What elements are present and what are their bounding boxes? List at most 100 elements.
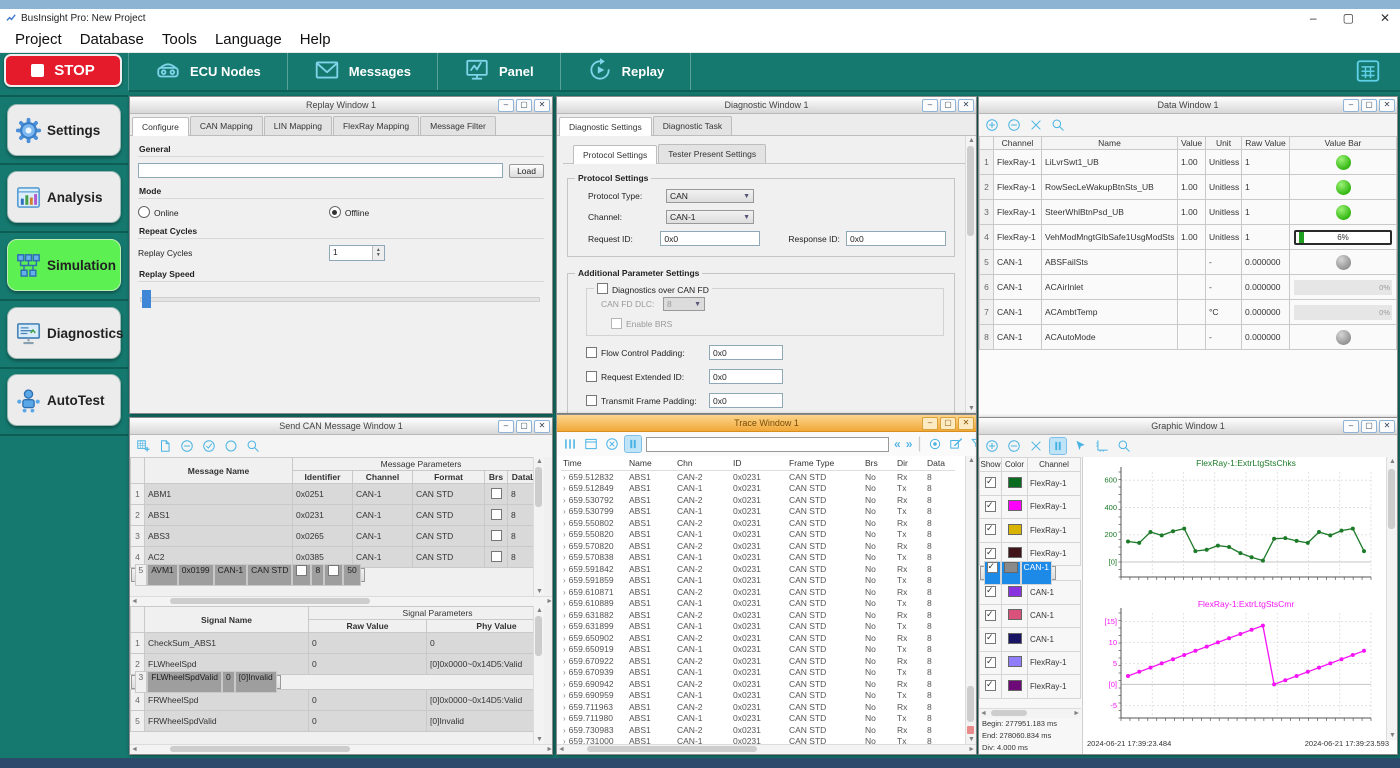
search-icon[interactable] xyxy=(1050,117,1066,133)
show-checkbox[interactable] xyxy=(985,586,996,597)
column-header-raw-value[interactable]: Raw Value xyxy=(309,620,427,633)
search-icon[interactable] xyxy=(245,438,261,454)
expand-icon[interactable]: › xyxy=(563,622,566,631)
scroll-left-icon[interactable]: ◄ xyxy=(131,745,138,754)
slider-track[interactable] xyxy=(140,297,540,302)
message-row[interactable]: 2 ABS10x0231CAN-1CAN STD 8 20 xyxy=(131,505,534,526)
signal-row[interactable]: 5 FRWheelSpdValid0[0]Invalid xyxy=(131,711,534,732)
column-header-dir[interactable]: Dir xyxy=(895,456,925,471)
axes-icon[interactable] xyxy=(1094,438,1110,454)
column-header-frame-type[interactable]: Frame Type xyxy=(787,456,863,471)
trace-row[interactable]: ›659.731000 ABS1CAN-10x0231CAN STDNoTx8 xyxy=(561,736,955,745)
pause-icon[interactable] xyxy=(625,436,641,452)
column-header-color[interactable]: Color xyxy=(1002,458,1028,472)
minimize-icon[interactable]: – xyxy=(498,99,514,112)
trace-row[interactable]: ›659.550802 ABS1CAN-20x0231CAN STDNoRx8 xyxy=(561,517,955,529)
column-header-time[interactable]: Time xyxy=(561,456,627,471)
x-icon[interactable] xyxy=(1028,438,1044,454)
maximize-icon[interactable]: ▢ xyxy=(516,420,532,433)
plus-circle-icon[interactable] xyxy=(984,117,1000,133)
show-checkbox[interactable] xyxy=(985,633,996,644)
expand-icon[interactable]: › xyxy=(563,588,566,597)
channel-list-hscroll[interactable]: ◄ ► xyxy=(979,708,1081,718)
color-swatch[interactable] xyxy=(1008,633,1022,644)
grid-add-icon[interactable] xyxy=(135,438,151,454)
trace-hscroll[interactable]: ◄ ► xyxy=(557,744,976,754)
signal-row[interactable]: 1 CheckSum_ABS100 xyxy=(131,633,534,654)
column-header-identifier[interactable]: Identifier xyxy=(293,471,353,484)
data-row[interactable]: 2 FlexRay-1RowSecLeWakupBtnSts_UB1.00Uni… xyxy=(980,175,1397,200)
brs-checkbox[interactable] xyxy=(491,530,502,541)
trace-row[interactable]: ›659.690959 ABS1CAN-10x0231CAN STDNoTx8 xyxy=(561,690,955,702)
scroll-up-icon[interactable]: ▲ xyxy=(1389,457,1396,466)
scroll-right-icon[interactable]: ► xyxy=(546,597,553,606)
column-header-message-name[interactable]: Message Name xyxy=(145,458,293,484)
minus-circle-icon[interactable] xyxy=(1006,117,1022,133)
menu-project[interactable]: Project xyxy=(6,29,71,50)
maximize-icon[interactable]: ▢ xyxy=(1361,99,1377,112)
diagnostic-sub-tab-protocol-settings[interactable]: Protocol Settings xyxy=(573,145,657,164)
trace-search-input[interactable] xyxy=(646,437,889,452)
expand-icon[interactable]: › xyxy=(563,680,566,689)
expand-icon[interactable]: › xyxy=(563,645,566,654)
scroll-down-icon[interactable]: ▼ xyxy=(536,735,543,744)
color-swatch[interactable] xyxy=(1008,586,1022,597)
trace-row[interactable]: ›659.610889 ABS1CAN-10x0231CAN STDNoTx8 xyxy=(561,598,955,610)
message-row[interactable]: 5 AVM10x0199CAN-1CAN STD 8 50 xyxy=(131,568,365,582)
color-swatch[interactable] xyxy=(1008,656,1022,667)
color-swatch[interactable] xyxy=(1008,547,1022,558)
color-swatch[interactable] xyxy=(1008,500,1022,511)
next-match-icon[interactable]: » xyxy=(906,439,913,449)
column-header-brs[interactable]: Brs xyxy=(863,456,895,471)
channel-row[interactable]: CAN-1 xyxy=(980,604,1081,628)
restore-icon[interactable]: ▢ xyxy=(1343,13,1354,23)
expand-icon[interactable]: › xyxy=(563,691,566,700)
calculator-grid-icon[interactable] xyxy=(1354,57,1382,85)
trace-row[interactable]: ›659.631882 ABS1CAN-20x0231CAN STDNoRx8 xyxy=(561,609,955,621)
page-icon[interactable] xyxy=(157,438,173,454)
expand-icon[interactable]: › xyxy=(563,542,566,551)
data-row[interactable]: 1 FlexRay-1LiLvrSwt1_UB1.00Unitless1 xyxy=(980,150,1397,175)
edit-icon[interactable] xyxy=(948,436,964,452)
expand-icon[interactable]: › xyxy=(563,599,566,608)
trace-row[interactable]: ›659.512849 ABS1CAN-10x0231CAN STDNoTx8 xyxy=(561,483,955,495)
column-header-show[interactable]: Show xyxy=(980,458,1002,472)
color-swatch[interactable] xyxy=(1004,562,1018,573)
column-header-id[interactable]: ID xyxy=(731,456,787,471)
trace-row[interactable]: ›659.530792 ABS1CAN-20x0231CAN STDNoRx8 xyxy=(561,494,955,506)
toolbar-panel-button[interactable]: Panel xyxy=(438,52,561,90)
replay-tab-flexray-mapping[interactable]: FlexRay Mapping xyxy=(333,116,419,135)
toolbar-replay-button[interactable]: Replay xyxy=(561,52,692,90)
trace-row[interactable]: ›659.650919 ABS1CAN-10x0231CAN STDNoTx8 xyxy=(561,644,955,656)
column-header-raw-value[interactable]: Raw Value xyxy=(1242,137,1290,150)
close-icon[interactable]: ✕ xyxy=(534,99,550,112)
show-checkbox[interactable] xyxy=(987,562,998,573)
circle-icon[interactable] xyxy=(223,438,239,454)
message-table-hscroll[interactable]: ◄ ► xyxy=(130,596,553,606)
x-icon[interactable] xyxy=(1028,117,1044,133)
column-header-brs[interactable]: Brs xyxy=(485,471,508,484)
expand-icon[interactable]: › xyxy=(563,507,566,516)
charts-vscroll[interactable]: ▲ ▼ xyxy=(1386,457,1397,740)
window-icon[interactable] xyxy=(583,436,599,452)
brs-checkbox[interactable] xyxy=(296,565,307,576)
column-header-datalen[interactable]: DataLen xyxy=(508,471,534,484)
channel-row[interactable]: FlexRay-1 xyxy=(980,675,1081,699)
scroll-left-icon[interactable]: ◄ xyxy=(131,597,138,606)
replay-cycles-value[interactable]: 1 xyxy=(330,246,372,260)
expand-icon[interactable]: › xyxy=(563,530,566,539)
trace-row[interactable]: ›659.730983 ABS1CAN-20x0231CAN STDNoRx8 xyxy=(561,724,955,736)
channel-row[interactable]: FlexRay-1 xyxy=(980,651,1081,675)
brs-checkbox[interactable] xyxy=(491,509,502,520)
columns-icon[interactable] xyxy=(562,436,578,452)
column-header-format[interactable]: Format xyxy=(413,471,485,484)
column-header-name[interactable]: Name xyxy=(627,456,675,471)
column-header-channel[interactable]: Channel xyxy=(1028,458,1081,472)
show-checkbox[interactable] xyxy=(985,501,996,512)
expand-icon[interactable]: › xyxy=(563,714,566,723)
value-bar[interactable]: 6% xyxy=(1294,230,1392,245)
trace-row[interactable]: ›659.631899 ABS1CAN-10x0231CAN STDNoTx8 xyxy=(561,621,955,633)
minimize-icon[interactable]: – xyxy=(1343,420,1359,433)
trace-row[interactable]: ›659.550820 ABS1CAN-10x0231CAN STDNoTx8 xyxy=(561,529,955,541)
color-swatch[interactable] xyxy=(1008,477,1022,488)
